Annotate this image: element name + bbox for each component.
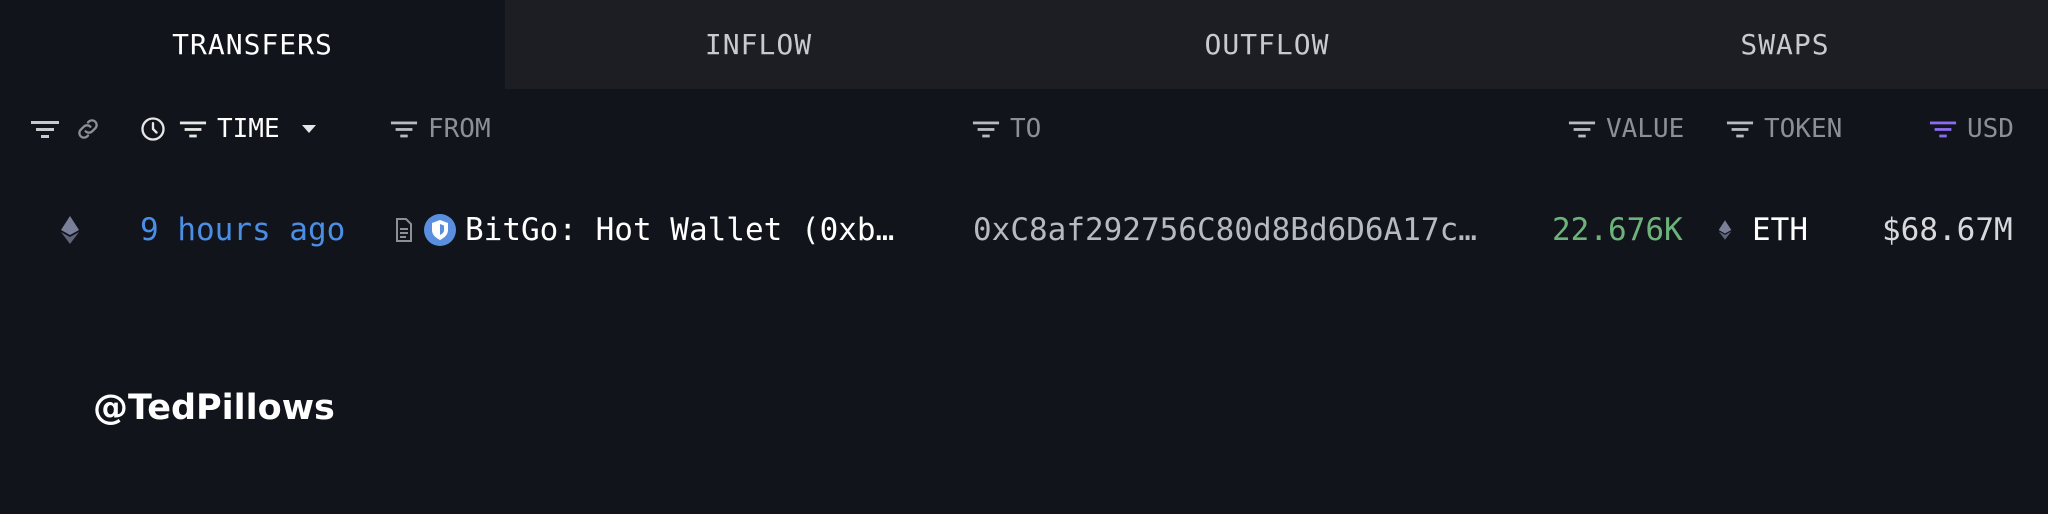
value-header-label: VALUE	[1606, 114, 1685, 144]
link-filter-button[interactable]	[74, 89, 102, 169]
tab-outflow[interactable]: OUTFLOW	[1012, 0, 1522, 89]
filter-icon	[1929, 118, 1957, 140]
time-header-label: TIME	[217, 114, 280, 144]
clock-icon	[139, 115, 167, 143]
token-header-label: TOKEN	[1764, 114, 1843, 144]
transfer-value: 22.676K	[1552, 212, 1683, 248]
from-column-header[interactable]: FROM	[390, 89, 491, 169]
filter-icon	[179, 118, 207, 140]
from-address-link[interactable]: BitGo: Hot Wallet (0xb…	[465, 212, 894, 248]
watermark: @TedPillows	[93, 388, 335, 428]
tab-swaps[interactable]: SWAPS	[1522, 0, 2048, 89]
table-row[interactable]: 9 hours ago BitGo: Hot Wallet (0xb… 0xC8…	[0, 195, 2048, 265]
time-column-header[interactable]: TIME	[139, 89, 318, 169]
token-symbol[interactable]: ETH	[1752, 212, 1808, 248]
sort-descending-icon	[300, 123, 318, 135]
tab-bar: TRANSFERS INFLOW OUTFLOW SWAPS	[0, 0, 2048, 89]
value-column-header[interactable]: VALUE	[1568, 89, 1684, 169]
ethereum-icon	[60, 195, 80, 265]
eth-token-icon	[1718, 218, 1732, 242]
to-column-header[interactable]: TO	[972, 89, 1041, 169]
to-address-link[interactable]: 0xC8af292756C80d8Bd6D6A17c…	[973, 212, 1477, 248]
document-icon[interactable]	[395, 218, 413, 242]
filter-icon	[1726, 118, 1754, 140]
link-icon	[74, 115, 102, 143]
filter-icon	[1568, 118, 1596, 140]
token-column-header[interactable]: TOKEN	[1726, 89, 1842, 169]
to-header-label: TO	[1010, 114, 1042, 144]
table-header: TIME FROM TO VALUE TOKEN USD	[0, 89, 2048, 169]
usd-column-header[interactable]: USD	[1929, 89, 2014, 169]
entity-badge-icon	[423, 213, 457, 247]
tab-inflow[interactable]: INFLOW	[505, 0, 1012, 89]
from-header-label: FROM	[428, 114, 491, 144]
usd-value: $68.67M	[1882, 212, 2013, 248]
filter-icon	[30, 118, 60, 140]
row-time-link[interactable]: 9 hours ago	[140, 212, 345, 248]
tab-transfers[interactable]: TRANSFERS	[0, 0, 505, 89]
usd-header-label: USD	[1967, 114, 2014, 144]
chain-filter-button[interactable]	[30, 89, 60, 169]
filter-icon	[972, 118, 1000, 140]
filter-icon	[390, 118, 418, 140]
